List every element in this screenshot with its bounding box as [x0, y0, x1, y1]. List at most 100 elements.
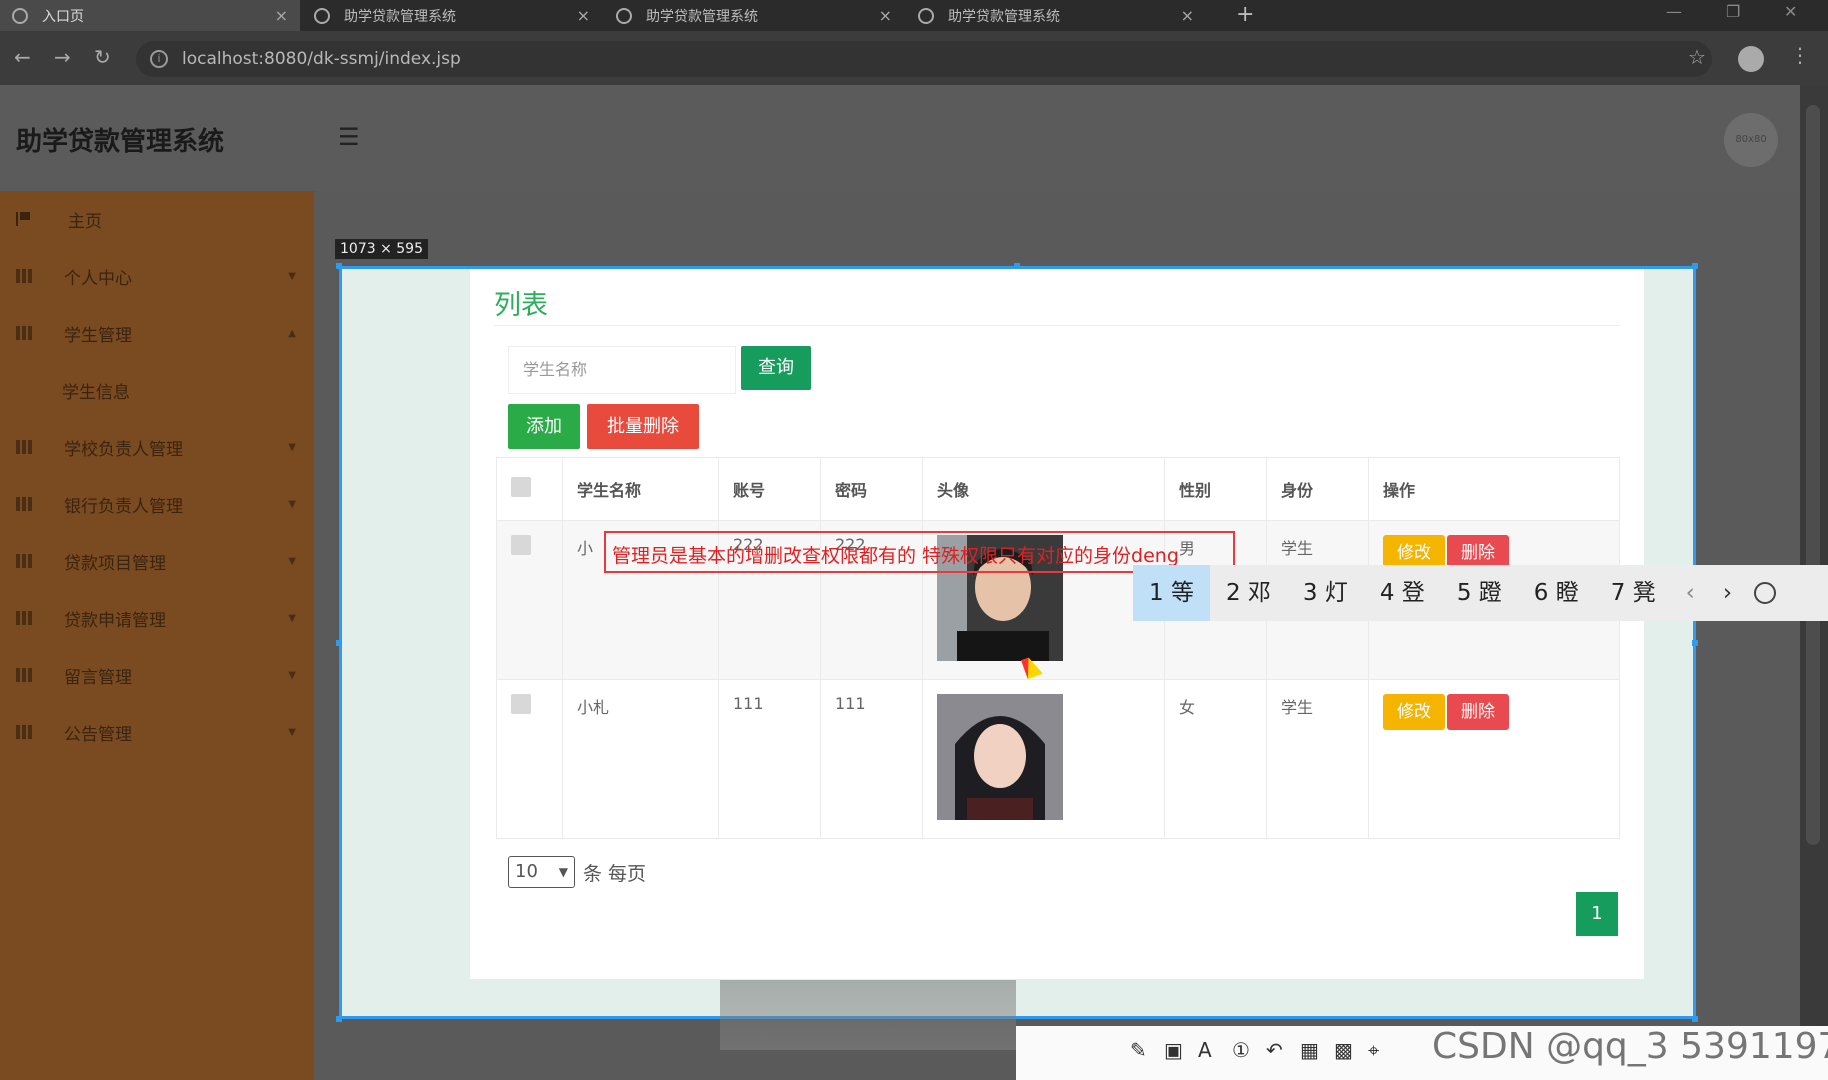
column-header[interactable]: 身份 — [1266, 457, 1369, 521]
pagination-page-1[interactable]: 1 — [1576, 892, 1618, 936]
globe-icon — [918, 7, 934, 24]
column-header[interactable]: 性别 — [1164, 457, 1267, 521]
chevron-up-icon: ▲ — [288, 327, 296, 339]
pencil-icon[interactable]: ✎ — [1130, 1038, 1147, 1062]
undo-icon[interactable]: ↶ — [1266, 1038, 1283, 1062]
scroll-thumb[interactable] — [1806, 105, 1820, 845]
bulk-delete-button[interactable]: 批量删除 — [587, 404, 699, 449]
tab-close-icon[interactable]: × — [1181, 6, 1194, 25]
chevron-down-icon: ▼ — [288, 555, 296, 567]
grid-icon — [16, 269, 32, 283]
ime-candidate[interactable]: 3 灯 — [1287, 565, 1364, 621]
browser-tab-2[interactable]: 助学贷款管理系统 × — [302, 0, 602, 31]
reload-icon[interactable]: ↻ — [94, 45, 111, 69]
column-header[interactable]: 密码 — [820, 457, 923, 521]
row-select-cell — [496, 520, 563, 680]
mosaic-icon[interactable]: ▦ — [1300, 1038, 1319, 1062]
menu-kebab-icon[interactable]: ⋮ — [1790, 43, 1810, 67]
column-header[interactable]: 头像 — [922, 457, 1165, 521]
column-header[interactable]: 账号 — [718, 457, 821, 521]
avatar[interactable]: 80x80 — [1724, 113, 1778, 167]
tab-close-icon[interactable]: × — [577, 6, 590, 25]
ime-candidate[interactable]: 1 等 — [1133, 565, 1210, 621]
ime-candidate[interactable]: 2 邓 — [1210, 565, 1287, 621]
avatar-cell — [922, 679, 1165, 839]
ime-candidate[interactable]: 7 凳 — [1595, 565, 1672, 621]
tab-close-icon[interactable]: × — [879, 6, 892, 25]
browser-tab-1[interactable]: 入口页 × — [0, 0, 300, 31]
query-button[interactable]: 查询 — [741, 346, 811, 390]
url-field[interactable]: i localhost:8080/dk-ssmj/index.jsp — [136, 41, 1712, 77]
new-tab-button[interactable]: + — [1236, 2, 1254, 27]
sidebar-item-messages[interactable]: 留言管理 ▼ — [0, 647, 314, 703]
chevron-down-icon: ▼ — [288, 441, 296, 453]
sidebar-item-home[interactable]: 主页 — [0, 191, 314, 247]
ime-candidate[interactable]: 4 登 — [1364, 565, 1441, 621]
pin-icon[interactable]: ▩ — [1334, 1038, 1353, 1062]
restore-icon[interactable]: ❐ — [1726, 2, 1740, 21]
grid-icon — [16, 668, 32, 682]
profile-icon[interactable] — [1738, 46, 1764, 72]
info-icon[interactable]: i — [150, 50, 168, 68]
forward-icon[interactable]: → — [54, 45, 71, 69]
number-marker-icon[interactable]: ① — [1232, 1038, 1250, 1062]
selection-handle[interactable] — [336, 263, 342, 269]
chevron-down-icon: ▼ — [288, 270, 296, 282]
globe-icon — [616, 7, 632, 24]
tab-close-icon[interactable]: × — [275, 6, 288, 25]
minimize-icon[interactable]: — — [1666, 2, 1682, 21]
browser-tab-4[interactable]: 助学贷款管理系统 × — [906, 0, 1206, 31]
add-button[interactable]: 添加 — [508, 404, 580, 449]
tab-title: 助学贷款管理系统 — [646, 8, 758, 25]
sidebar-item-loan-projects[interactable]: 贷款项目管理 ▼ — [0, 533, 314, 589]
selection-handle[interactable] — [336, 640, 342, 646]
globe-icon — [12, 7, 28, 24]
sidebar-item-label: 个人中心 — [64, 268, 132, 289]
row-checkbox[interactable] — [511, 694, 531, 714]
window-close-icon[interactable]: ✕ — [1784, 2, 1797, 21]
selection-handle[interactable] — [1692, 1016, 1698, 1022]
password-cell: 111 — [820, 679, 923, 839]
sidebar-item-loan-applications[interactable]: 贷款申请管理 ▼ — [0, 590, 314, 646]
capture-size-label: 1073 × 595 — [335, 239, 428, 259]
row-checkbox[interactable] — [511, 535, 531, 555]
bookmark-star-icon[interactable]: ☆ — [1688, 45, 1706, 69]
ime-prev-page-icon[interactable]: ‹ — [1672, 580, 1709, 606]
browser-tab-3[interactable]: 助学贷款管理系统 × — [604, 0, 904, 31]
chevron-down-icon: ▼ — [288, 612, 296, 624]
selection-handle[interactable] — [1692, 640, 1698, 646]
ime-candidate[interactable]: 6 瞪 — [1518, 565, 1595, 621]
edit-button[interactable]: 修改 — [1383, 694, 1445, 730]
browser-tab-strip: 入口页 × 助学贷款管理系统 × 助学贷款管理系统 × 助学贷款管理系统 × +… — [0, 0, 1828, 31]
selection-handle[interactable] — [336, 1016, 342, 1022]
select-all-checkbox[interactable] — [511, 477, 531, 497]
emoji-icon[interactable] — [1754, 582, 1777, 604]
selection-handle[interactable] — [1692, 263, 1698, 269]
crop-icon[interactable]: ⌖ — [1368, 1038, 1379, 1062]
account-cell: 111 — [718, 679, 821, 839]
student-name-search-input[interactable]: 学生名称 — [508, 346, 736, 394]
column-header: 操作 — [1368, 457, 1620, 521]
sidebar-item-label: 学生信息 — [62, 382, 130, 403]
hamburger-menu-icon[interactable]: ☰ — [338, 123, 360, 151]
sidebar-item-bank-managers[interactable]: 银行负责人管理 ▼ — [0, 476, 314, 532]
ime-candidate[interactable]: 5 蹬 — [1441, 565, 1518, 621]
annotation-text[interactable]: 管理员是基本的增删改查权限都有的 特殊权限只有对应的身份deng — [612, 541, 1179, 568]
text-icon[interactable]: A — [1198, 1038, 1212, 1062]
role-cell: 学生 — [1266, 679, 1369, 839]
column-header[interactable]: 学生名称 — [562, 457, 719, 521]
sidebar-item-students[interactable]: 学生管理 ▲ — [0, 305, 314, 361]
ime-candidate-bar: 1 等 2 邓 3 灯 4 登 5 蹬 6 瞪 7 凳 ‹ › — [1133, 565, 1828, 621]
back-icon[interactable]: ← — [14, 45, 31, 69]
app-title: 助学贷款管理系统 — [16, 127, 225, 157]
sidebar-item-announcements[interactable]: 公告管理 ▼ — [0, 704, 314, 760]
sidebar-item-student-info[interactable]: 学生信息 — [0, 362, 314, 418]
ime-next-page-icon[interactable]: › — [1709, 580, 1746, 606]
delete-button[interactable]: 删除 — [1447, 694, 1509, 730]
sidebar-item-profile[interactable]: 个人中心 ▼ — [0, 248, 314, 304]
tab-title: 入口页 — [42, 8, 84, 25]
sidebar-item-school-managers[interactable]: 学校负责人管理 ▼ — [0, 419, 314, 475]
rectangle-icon[interactable]: ▣ — [1164, 1038, 1183, 1062]
page-size-select[interactable]: 10 ▼ — [508, 856, 575, 888]
list-card: 列表 学生名称 查询 添加 批量删除 学生名称 账号 密码 头像 性别 身份 操… — [470, 269, 1644, 979]
